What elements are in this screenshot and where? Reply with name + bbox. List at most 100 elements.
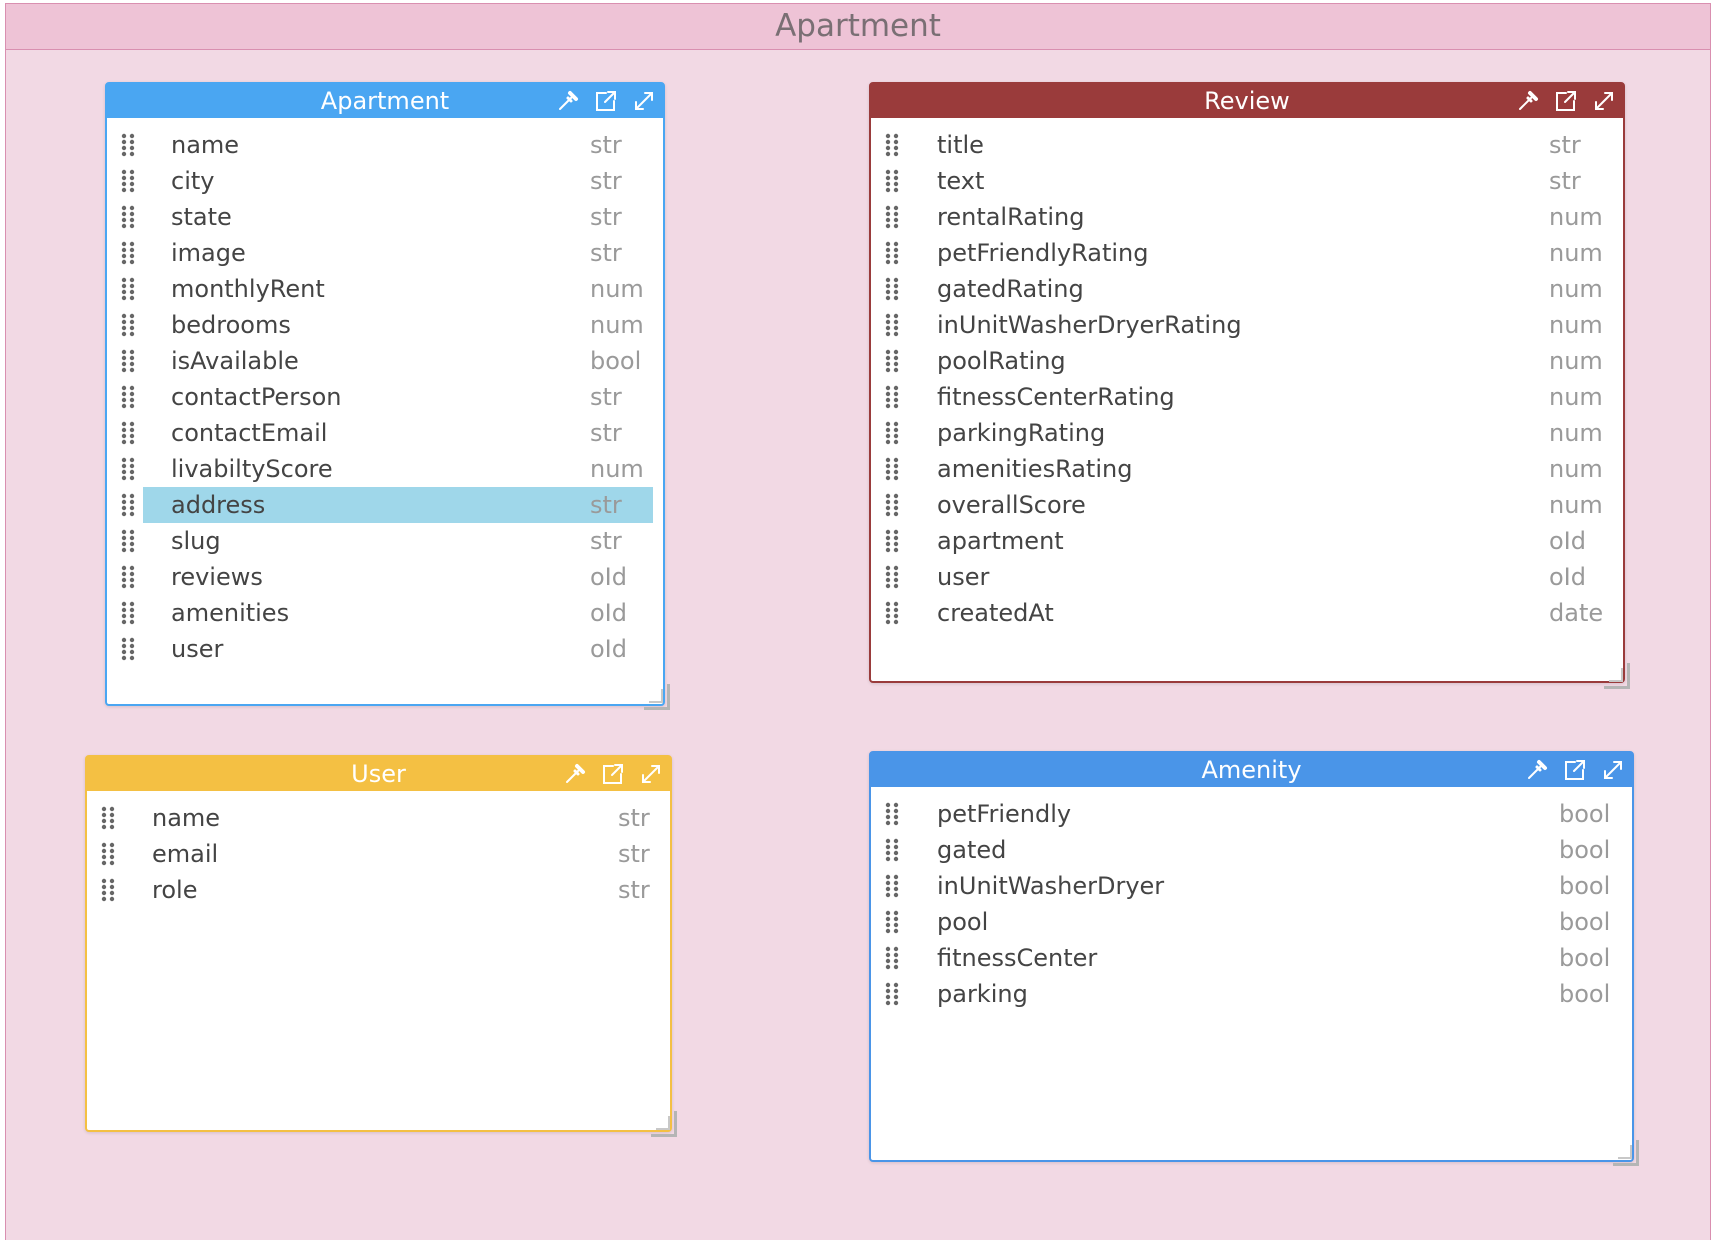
- external-link-icon[interactable]: [600, 761, 626, 787]
- drag-handle-icon[interactable]: [121, 637, 135, 661]
- field-row[interactable]: name str: [107, 127, 663, 163]
- model-card-amenity[interactable]: Amenity petFriendly bool gated bool inUnitWa…: [869, 751, 1634, 1162]
- drag-handle-icon[interactable]: [885, 946, 899, 970]
- model-header-amenity[interactable]: Amenity: [871, 753, 1632, 787]
- drag-handle-icon[interactable]: [885, 874, 899, 898]
- model-card-apartment[interactable]: Apartment name str city str state str image str…: [105, 82, 665, 706]
- model-card-review[interactable]: Review title str text str rentalRating num pet…: [869, 82, 1625, 683]
- field-row[interactable]: bedrooms num: [107, 307, 663, 343]
- drag-handle-icon[interactable]: [121, 133, 135, 157]
- external-link-icon[interactable]: [593, 88, 619, 114]
- field-row[interactable]: amenitiesRating num: [871, 451, 1623, 487]
- field-row[interactable]: email str: [87, 836, 670, 872]
- drag-handle-icon[interactable]: [885, 565, 899, 589]
- expand-icon[interactable]: [638, 761, 664, 787]
- field-row[interactable]: gatedRating num: [871, 271, 1623, 307]
- external-link-icon[interactable]: [1562, 757, 1588, 783]
- field-row[interactable]: amenities oId: [107, 595, 663, 631]
- field-row[interactable]: contactEmail str: [107, 415, 663, 451]
- drag-handle-icon[interactable]: [121, 205, 135, 229]
- field-row[interactable]: fitnessCenterRating num: [871, 379, 1623, 415]
- expand-icon[interactable]: [1591, 88, 1617, 114]
- field-row[interactable]: address str: [107, 487, 663, 523]
- field-row[interactable]: reviews oId: [107, 559, 663, 595]
- field-row[interactable]: image str: [107, 235, 663, 271]
- field-row[interactable]: livabiltyScore num: [107, 451, 663, 487]
- drag-handle-icon[interactable]: [885, 601, 899, 625]
- drag-handle-icon[interactable]: [121, 421, 135, 445]
- drag-handle-icon[interactable]: [121, 241, 135, 265]
- drag-handle-icon[interactable]: [885, 385, 899, 409]
- drag-handle-icon[interactable]: [101, 842, 115, 866]
- resize-handle-review[interactable]: [1604, 663, 1630, 689]
- field-row[interactable]: apartment oId: [871, 523, 1623, 559]
- drag-handle-icon[interactable]: [885, 277, 899, 301]
- drag-handle-icon[interactable]: [885, 529, 899, 553]
- field-row[interactable]: petFriendlyRating num: [871, 235, 1623, 271]
- field-row[interactable]: gated bool: [871, 832, 1632, 868]
- field-row[interactable]: parkingRating num: [871, 415, 1623, 451]
- eyedropper-icon[interactable]: [562, 761, 588, 787]
- eyedropper-icon[interactable]: [1524, 757, 1550, 783]
- field-row[interactable]: pool bool: [871, 904, 1632, 940]
- drag-handle-icon[interactable]: [885, 313, 899, 337]
- drag-handle-icon[interactable]: [101, 878, 115, 902]
- drag-handle-icon[interactable]: [885, 421, 899, 445]
- field-row[interactable]: overallScore num: [871, 487, 1623, 523]
- drag-handle-icon[interactable]: [121, 493, 135, 517]
- field-row[interactable]: name str: [87, 800, 670, 836]
- drag-handle-icon[interactable]: [885, 457, 899, 481]
- external-link-icon[interactable]: [1553, 88, 1579, 114]
- drag-handle-icon[interactable]: [885, 910, 899, 934]
- model-header-user[interactable]: User: [87, 757, 670, 791]
- drag-handle-icon[interactable]: [101, 806, 115, 830]
- field-row[interactable]: inUnitWasherDryer bool: [871, 868, 1632, 904]
- field-row[interactable]: inUnitWasherDryerRating num: [871, 307, 1623, 343]
- drag-handle-icon[interactable]: [885, 493, 899, 517]
- field-row[interactable]: fitnessCenter bool: [871, 940, 1632, 976]
- resize-handle-apartment[interactable]: [644, 684, 670, 710]
- resize-handle-amenity[interactable]: [1613, 1140, 1639, 1166]
- drag-handle-icon[interactable]: [885, 802, 899, 826]
- drag-handle-icon[interactable]: [885, 205, 899, 229]
- drag-handle-icon[interactable]: [121, 349, 135, 373]
- model-header-review[interactable]: Review: [871, 84, 1623, 118]
- model-card-user[interactable]: User name str email str role str: [85, 755, 672, 1132]
- expand-icon[interactable]: [631, 88, 657, 114]
- field-row[interactable]: monthlyRent num: [107, 271, 663, 307]
- field-row[interactable]: contactPerson str: [107, 379, 663, 415]
- field-row[interactable]: role str: [87, 872, 670, 908]
- field-row[interactable]: poolRating num: [871, 343, 1623, 379]
- field-row[interactable]: title str: [871, 127, 1623, 163]
- field-row[interactable]: slug str: [107, 523, 663, 559]
- resize-handle-user[interactable]: [651, 1111, 677, 1137]
- drag-handle-icon[interactable]: [885, 349, 899, 373]
- field-row[interactable]: createdAt date: [871, 595, 1623, 631]
- drag-handle-icon[interactable]: [121, 457, 135, 481]
- field-row[interactable]: city str: [107, 163, 663, 199]
- field-row[interactable]: rentalRating num: [871, 199, 1623, 235]
- field-row[interactable]: user oId: [871, 559, 1623, 595]
- drag-handle-icon[interactable]: [885, 241, 899, 265]
- eyedropper-icon[interactable]: [1515, 88, 1541, 114]
- field-row[interactable]: isAvailable bool: [107, 343, 663, 379]
- drag-handle-icon[interactable]: [121, 169, 135, 193]
- drag-handle-icon[interactable]: [121, 565, 135, 589]
- drag-handle-icon[interactable]: [885, 838, 899, 862]
- drag-handle-icon[interactable]: [885, 133, 899, 157]
- field-row[interactable]: state str: [107, 199, 663, 235]
- field-row[interactable]: petFriendly bool: [871, 796, 1632, 832]
- drag-handle-icon[interactable]: [121, 529, 135, 553]
- field-row[interactable]: text str: [871, 163, 1623, 199]
- drag-handle-icon[interactable]: [885, 982, 899, 1006]
- drag-handle-icon[interactable]: [121, 313, 135, 337]
- field-row[interactable]: user oId: [107, 631, 663, 667]
- drag-handle-icon[interactable]: [885, 169, 899, 193]
- expand-icon[interactable]: [1600, 757, 1626, 783]
- drag-handle-icon[interactable]: [121, 601, 135, 625]
- drag-handle-icon[interactable]: [121, 385, 135, 409]
- field-row[interactable]: parking bool: [871, 976, 1632, 1012]
- model-header-apartment[interactable]: Apartment: [107, 84, 663, 118]
- eyedropper-icon[interactable]: [555, 88, 581, 114]
- drag-handle-icon[interactable]: [121, 277, 135, 301]
